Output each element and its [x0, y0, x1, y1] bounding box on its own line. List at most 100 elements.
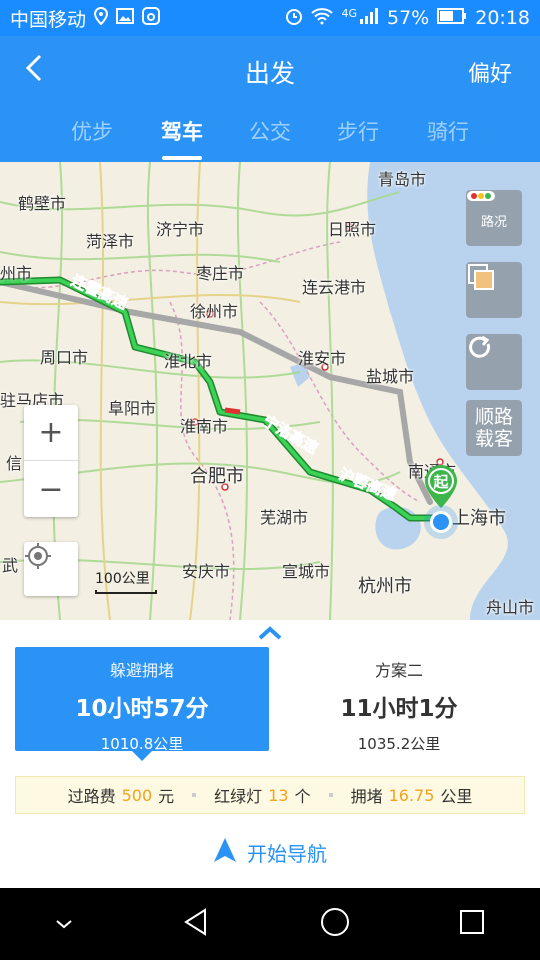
location-icon — [94, 6, 109, 30]
expand-panel-button[interactable] — [254, 624, 286, 642]
separator-dot — [328, 793, 333, 797]
city-label: 青岛市 — [378, 170, 427, 189]
current-location-dot — [430, 511, 452, 533]
image-icon — [116, 7, 135, 29]
transport-mode-tabs: 优步 驾车 公交 步行 骑行 — [0, 106, 540, 162]
jam-label: 拥堵 — [350, 787, 383, 806]
lights-value: 13 — [268, 785, 289, 805]
plan-name: 方案二 — [374, 661, 423, 680]
scale-bar — [95, 590, 157, 594]
route-map[interactable]: 连霍高速 宁洛高速 沪蓉高速 青岛市 鹤壁市 菏泽市 济宁市 日照市 州市 枣庄… — [0, 162, 540, 620]
start-navigation-button[interactable]: 开始导航 — [0, 832, 540, 872]
city-label: 合肥市 — [190, 466, 244, 487]
toll-label: 过路费 — [67, 787, 116, 806]
chevron-down-icon — [56, 919, 72, 928]
lights-unit: 个 — [294, 787, 311, 806]
navigation-arrow-icon — [213, 837, 237, 868]
city-label: 鹤壁市 — [18, 194, 67, 213]
alarm-icon — [285, 7, 303, 30]
toll-unit: 元 — [158, 787, 175, 806]
city-label: 宣城市 — [282, 562, 331, 581]
chevron-up-icon — [254, 626, 286, 646]
start-marker-label: 起 — [433, 473, 449, 491]
layers-button[interactable] — [466, 262, 522, 318]
toll-value: 500 — [121, 785, 153, 805]
city-label: 徐州市 — [190, 302, 239, 321]
plus-icon: + — [38, 415, 64, 450]
route-info-bar: 过路费 500 元 红绿灯 13 个 拥堵 16.75 公里 — [15, 776, 525, 814]
jam-unit: 公里 — [440, 787, 473, 806]
wifi-icon — [311, 7, 334, 30]
start-navigation-label: 开始导航 — [247, 841, 327, 866]
zoom-in-button[interactable]: + — [24, 405, 78, 461]
carrier-name: 中国移动 — [10, 8, 87, 31]
tab-cycling[interactable]: 骑行 — [408, 116, 488, 146]
city-label: 淮南市 — [180, 417, 229, 436]
battery-icon — [437, 7, 467, 29]
city-label: 日照市 — [328, 220, 377, 239]
city-label: 州市 — [0, 264, 33, 283]
city-label: 淮北市 — [164, 352, 213, 371]
lights-label: 红绿灯 — [214, 787, 263, 806]
city-label: 安庆市 — [182, 562, 231, 581]
tab-uber[interactable]: 优步 — [52, 116, 132, 146]
city-label: 连云港市 — [302, 278, 367, 297]
zoom-out-button[interactable]: − — [24, 461, 78, 517]
refresh-button[interactable] — [466, 334, 522, 390]
plan-name: 躲避拥堵 — [109, 661, 174, 680]
circle-home-icon — [320, 908, 349, 936]
city-label: 阜阳市 — [108, 399, 157, 418]
status-bar: 中国移动 4G 57% 20:18 — [0, 0, 540, 36]
route-plan-card[interactable]: 方案二 11小时1分 1035.2公里 — [272, 647, 526, 753]
active-tab-indicator — [162, 156, 202, 160]
city-label: 武 — [2, 556, 19, 575]
app-header: 出发 偏好 — [0, 36, 540, 106]
map-canvas: 连霍高速 宁洛高速 沪蓉高速 — [0, 162, 540, 620]
city-label: 杭州市 — [358, 576, 412, 597]
tab-transit[interactable]: 公交 — [230, 116, 310, 146]
recents-button[interactable] — [458, 908, 486, 940]
triangle-back-icon — [184, 908, 207, 936]
network-type: 4G — [341, 6, 357, 20]
city-label: 枣庄市 — [196, 264, 245, 283]
city-label: 芜湖市 — [260, 508, 309, 527]
system-nav-bar — [0, 888, 540, 960]
signal-icon — [359, 7, 379, 30]
clock: 20:18 — [475, 7, 530, 29]
minus-icon: − — [38, 471, 64, 507]
jam-value: 16.75 — [388, 785, 435, 805]
route-panel: 躲避拥堵 10小时57分 1010.8公里 方案二 11小时1分 1035.2公… — [0, 620, 540, 888]
city-label: 舟山市 — [486, 598, 535, 617]
separator-dot — [192, 793, 197, 797]
hide-keyboard-button[interactable] — [54, 915, 74, 934]
city-label: 济宁市 — [156, 220, 205, 239]
city-label: 淮安市 — [298, 349, 347, 368]
back-nav-button[interactable] — [181, 907, 211, 941]
start-marker[interactable]: 起 — [424, 464, 458, 510]
traffic-toggle-label: 路况 — [480, 214, 507, 230]
selected-pointer — [132, 751, 152, 761]
plan-duration: 11小时1分 — [340, 696, 458, 722]
traffic-toggle-button[interactable]: 路况 — [466, 190, 522, 246]
tab-driving[interactable]: 驾车 — [142, 116, 222, 146]
city-label: 菏泽市 — [86, 232, 135, 251]
road-label-hurong: 沪蓉高速 — [337, 465, 399, 504]
plan-duration: 10小时57分 — [75, 696, 209, 722]
congestion-segment — [224, 407, 241, 415]
plan-distance: 1035.2公里 — [357, 735, 441, 753]
route-plan-card-selected[interactable]: 躲避拥堵 10小时57分 1010.8公里 — [15, 647, 269, 761]
battery-percent: 57% — [387, 7, 430, 29]
city-label: 盐城市 — [366, 367, 415, 386]
carpool-button[interactable]: 顺路载客 — [466, 400, 522, 456]
city-label: 上海市 — [452, 508, 506, 529]
tab-walking[interactable]: 步行 — [318, 116, 398, 146]
city-label: 信 — [6, 454, 23, 473]
zoom-controls: + − — [24, 405, 78, 517]
preferences-button[interactable]: 偏好 — [468, 56, 512, 88]
page-title: 出发 — [244, 59, 295, 88]
locate-me-button[interactable] — [24, 542, 78, 596]
app-icon — [142, 6, 161, 30]
square-recents-icon — [460, 910, 485, 934]
home-button[interactable] — [319, 906, 351, 942]
scale-label: 100公里 — [95, 571, 150, 587]
